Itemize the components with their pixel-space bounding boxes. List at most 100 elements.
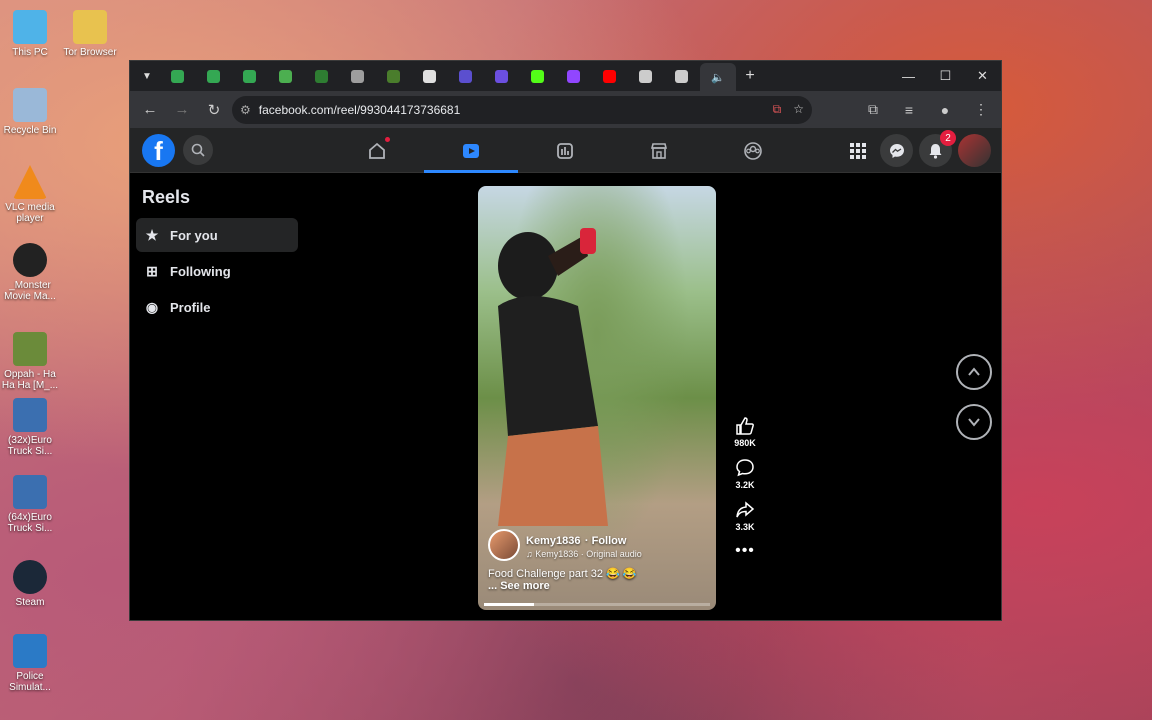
browser-tab[interactable]: [159, 64, 195, 88]
site-settings-icon[interactable]: ⚙: [240, 103, 251, 117]
forward-button[interactable]: →: [168, 96, 196, 124]
marketplace-icon: [650, 142, 668, 159]
author-avatar[interactable]: [488, 529, 520, 561]
menu-grid-icon[interactable]: [841, 134, 874, 167]
close-button[interactable]: ✕: [964, 61, 1001, 91]
thumbs-up-icon: [736, 417, 754, 435]
reel-actions: 980K 3.2K 3.3K •••: [727, 416, 763, 564]
tor-browser-icon: [73, 10, 107, 44]
desktop-icon-police-sim[interactable]: Police Simulat...: [0, 634, 60, 693]
browser-tab[interactable]: [591, 64, 627, 88]
police-sim-icon: [13, 634, 47, 668]
vlc-icon: [13, 165, 47, 199]
nav-marketplace[interactable]: [612, 128, 706, 173]
desktop-icon-this-pc[interactable]: This PC: [0, 10, 60, 58]
chevron-up-icon: [968, 367, 980, 376]
browser-tab[interactable]: [303, 64, 339, 88]
bookmark-star-icon[interactable]: ☆: [793, 102, 804, 117]
extensions-icon[interactable]: ⧉: [859, 96, 887, 124]
sidebar-item-for-you[interactable]: ★ For you: [136, 218, 298, 252]
globe-icon: [350, 69, 364, 83]
window-controls: — ☐ ✕: [890, 61, 1001, 91]
nav-feeds[interactable]: [518, 128, 612, 173]
video-frame-person: [498, 228, 608, 526]
author-name[interactable]: Kemy1836: [526, 535, 580, 547]
url-text[interactable]: facebook.com/reel/993044173736681: [259, 103, 461, 117]
page-title: Reels: [142, 187, 191, 207]
browser-tab[interactable]: [411, 64, 447, 88]
omnibox[interactable]: ⚙ facebook.com/reel/993044173736681 ⧉ ☆: [232, 95, 812, 124]
next-reel-button[interactable]: [956, 404, 992, 440]
reel-caption: Food Challenge part 32 😂 😂: [488, 568, 637, 580]
browser-tab[interactable]: [375, 64, 411, 88]
minimize-button[interactable]: —: [890, 61, 927, 91]
tab-icon: [386, 69, 400, 83]
audio-label[interactable]: ♫ Kemy1836 · Original audio: [526, 549, 642, 559]
more-options-icon[interactable]: •••: [735, 542, 755, 564]
reel-video[interactable]: Kemy1836 · Follow ♫ Kemy1836 · Original …: [478, 186, 716, 610]
reels-icon: [463, 143, 479, 158]
browser-tab[interactable]: [483, 64, 519, 88]
media-controls-icon[interactable]: ≡: [895, 96, 923, 124]
reload-button[interactable]: ↻: [200, 96, 228, 124]
maximize-button[interactable]: ☐: [927, 61, 964, 91]
desktop-icon-vlc[interactable]: VLC media player: [0, 165, 60, 224]
profile-avatar-icon[interactable]: ●: [931, 96, 959, 124]
previous-reel-button[interactable]: [956, 354, 992, 390]
browser-tab[interactable]: [627, 64, 663, 88]
desktop-icon-monster-movie[interactable]: _Monster Movie Ma...: [0, 243, 60, 302]
truck-icon: [13, 475, 47, 509]
nav-groups[interactable]: [706, 128, 800, 173]
tab-facebook-active[interactable]: 🔈: [700, 63, 736, 91]
sidebar-item-following[interactable]: ⊞ Following: [136, 254, 299, 288]
browser-tab[interactable]: [447, 64, 483, 88]
video-progress-bar[interactable]: [484, 603, 710, 606]
new-tab-button[interactable]: +: [737, 67, 763, 85]
facebook-logo[interactable]: f: [142, 133, 175, 167]
tab-bar: ▼ 🔈 + — ☐ ✕: [130, 61, 1001, 91]
account-avatar[interactable]: [958, 134, 991, 167]
sidebar-item-profile[interactable]: ◉ Profile: [136, 290, 299, 324]
nav-home[interactable]: [330, 128, 424, 173]
address-bar-row: ← → ↻ ⚙ facebook.com/reel/99304417373668…: [130, 91, 1001, 128]
desktop-icon-euro-truck-32[interactable]: (32x)Euro Truck Si...: [0, 398, 60, 457]
profile-icon: ◉: [145, 298, 159, 315]
browser-tab[interactable]: [195, 64, 231, 88]
messenger-icon[interactable]: [880, 134, 913, 167]
desktop-icon-steam[interactable]: Steam: [0, 560, 60, 608]
tab-search-dropdown[interactable]: ▼: [136, 65, 158, 87]
follow-button[interactable]: · Follow: [585, 535, 627, 547]
see-more-link[interactable]: ... See more: [488, 580, 706, 592]
browser-tab[interactable]: [555, 64, 591, 88]
share-action[interactable]: 3.3K: [735, 500, 755, 532]
comment-action[interactable]: 3.2K: [735, 458, 755, 490]
browser-tab[interactable]: [663, 64, 699, 88]
back-button[interactable]: ←: [136, 96, 164, 124]
menu-icon[interactable]: ⋮: [967, 96, 995, 124]
author-row: Kemy1836 · Follow ♫ Kemy1836 · Original …: [488, 529, 706, 561]
home-notification-dot: [385, 137, 390, 142]
desktop-icon-oppah[interactable]: Oppah - Ha Ha Ha [M_...: [0, 332, 60, 391]
browser-tab[interactable]: [519, 64, 555, 88]
notifications-bell-icon[interactable]: 2: [919, 130, 956, 167]
share-icon: [736, 501, 755, 518]
desktop-icon-euro-truck-64[interactable]: (64x)Euro Truck Si...: [0, 475, 60, 534]
following-icon: ⊞: [146, 262, 158, 279]
star-icon: ★: [145, 226, 159, 243]
tab-strip: [159, 64, 699, 88]
like-action[interactable]: 980K: [734, 416, 756, 448]
browser-tab[interactable]: [267, 64, 303, 88]
truck-icon: [13, 398, 47, 432]
google-drive-icon: [170, 69, 184, 83]
cast-icon[interactable]: ⧉: [773, 102, 782, 117]
search-icon[interactable]: [183, 135, 213, 165]
reel-info: Kemy1836 · Follow ♫ Kemy1836 · Original …: [488, 529, 706, 592]
desktop-icon-recycle-bin[interactable]: Recycle Bin: [0, 88, 60, 136]
browser-tab[interactable]: [231, 64, 267, 88]
browser-tab[interactable]: [339, 64, 375, 88]
tab-icon: [422, 69, 436, 83]
tab-icon: [314, 69, 328, 83]
desktop-icon-tor-browser[interactable]: Tor Browser: [60, 10, 120, 58]
tab-icon: [278, 69, 292, 83]
nav-reels[interactable]: [424, 128, 518, 173]
